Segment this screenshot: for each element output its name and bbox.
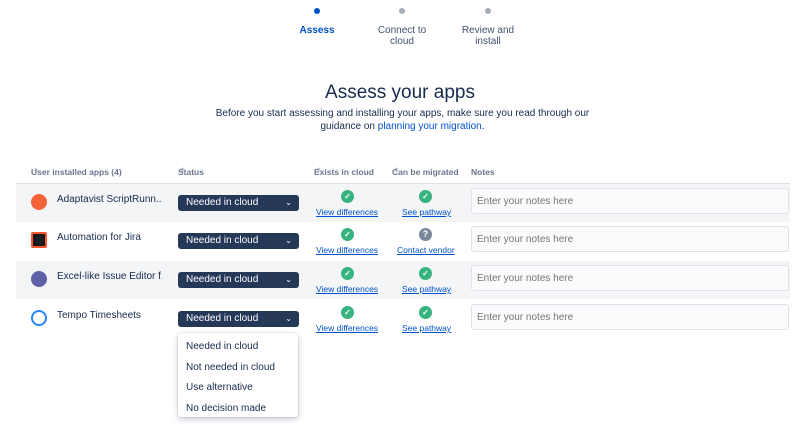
- check-icon: ✓: [341, 228, 354, 241]
- view-differences-link[interactable]: View differences: [316, 207, 378, 217]
- view-differences-link[interactable]: View differences: [316, 245, 378, 255]
- see-pathway-link[interactable]: See pathway: [402, 323, 451, 333]
- question-icon: ?: [419, 228, 432, 241]
- intro-text: Before you start assessing and installin…: [200, 107, 605, 133]
- table-row: Excel-like Issue Editor f... Needed in c…: [16, 261, 790, 299]
- col-header-migrate-label: Can be migrated: [392, 167, 459, 177]
- check-icon: ✓: [419, 267, 432, 280]
- notes-input[interactable]: [471, 226, 789, 252]
- check-icon: ✓: [341, 267, 354, 280]
- chevron-down-icon: ⌄: [285, 314, 292, 323]
- table-row: Tempo Timesheets Needed in cloud ⌄ ✓ View…: [16, 300, 790, 338]
- step-label: Connect to cloud: [377, 25, 427, 47]
- col-header-apps-label: User installed apps (4): [31, 167, 122, 177]
- chevron-down-icon: ⌄: [285, 198, 292, 207]
- status-value: Needed in cloud: [186, 197, 259, 208]
- status-select[interactable]: Needed in cloud ⌄: [178, 195, 299, 211]
- status-select[interactable]: Needed in cloud ⌄: [178, 272, 299, 288]
- table-row: Adaptavist ScriptRunn... Needed in cloud…: [16, 184, 790, 222]
- col-header-notes: Notes: [471, 167, 495, 177]
- step-assess: Assess: [272, 8, 362, 36]
- app-name: Excel-like Issue Editor f...: [57, 271, 162, 282]
- sort-icon: ▲: [33, 167, 39, 173]
- step-label: Assess: [299, 25, 335, 36]
- progress-stepper: Assess Connect to cloud Review and insta…: [0, 8, 800, 58]
- contact-vendor-link[interactable]: Contact vendor: [397, 245, 455, 255]
- notes-input[interactable]: [471, 304, 789, 330]
- app-name: Tempo Timesheets: [57, 310, 141, 321]
- status-value: Needed in cloud: [186, 274, 259, 285]
- check-icon: ✓: [419, 306, 432, 319]
- dropdown-option[interactable]: Use alternative: [178, 378, 298, 399]
- excel-editor-app-icon: [31, 271, 47, 287]
- sort-icon: ⇕: [394, 168, 400, 174]
- sort-icon: ⇕: [316, 168, 322, 174]
- planning-migration-link[interactable]: planning your migration: [378, 121, 482, 132]
- page-title: Assess your apps: [325, 82, 475, 103]
- check-icon: ✓: [419, 190, 432, 203]
- table-header: User installed apps (4) ▲ Status ⇕ Exists …: [0, 167, 800, 181]
- step-dot-icon: [485, 8, 491, 14]
- see-pathway-link[interactable]: See pathway: [402, 284, 451, 294]
- dropdown-option[interactable]: No decision made: [178, 399, 298, 420]
- table-row: Automation for Jira Needed in cloud ⌄ ✓ V…: [16, 222, 790, 260]
- step-review: Review and install: [443, 8, 533, 47]
- status-select[interactable]: Needed in cloud ⌄: [178, 311, 299, 327]
- view-differences-link[interactable]: View differences: [316, 323, 378, 333]
- notes-input[interactable]: [471, 188, 789, 214]
- app-name: Automation for Jira: [57, 232, 141, 243]
- see-pathway-link[interactable]: See pathway: [402, 207, 451, 217]
- status-value: Needed in cloud: [186, 313, 259, 324]
- chevron-down-icon: ⌄: [285, 275, 292, 284]
- col-header-exists-label: Exists in cloud: [314, 167, 374, 177]
- status-value: Needed in cloud: [186, 235, 259, 246]
- status-select[interactable]: Needed in cloud ⌄: [178, 233, 299, 249]
- step-connect: Connect to cloud: [357, 8, 447, 47]
- tempo-app-icon: [31, 310, 47, 326]
- dropdown-option[interactable]: Needed in cloud: [178, 337, 298, 358]
- step-label: Review and install: [461, 25, 515, 47]
- view-differences-link[interactable]: View differences: [316, 284, 378, 294]
- intro-period: .: [481, 121, 485, 132]
- chevron-down-icon: ⌄: [285, 236, 292, 245]
- app-name: Adaptavist ScriptRunn...: [57, 194, 162, 205]
- notes-input[interactable]: [471, 265, 789, 291]
- check-icon: ✓: [341, 190, 354, 203]
- dropdown-option[interactable]: Not needed in cloud: [178, 358, 298, 379]
- status-dropdown-menu: Needed in cloud Not needed in cloud Use …: [178, 333, 298, 417]
- scriptrunner-app-icon: [31, 194, 47, 210]
- sort-icon: ⇕: [180, 168, 186, 174]
- step-dot-icon: [314, 8, 320, 14]
- check-icon: ✓: [341, 306, 354, 319]
- automation-app-icon: [31, 232, 47, 248]
- step-dot-icon: [399, 8, 405, 14]
